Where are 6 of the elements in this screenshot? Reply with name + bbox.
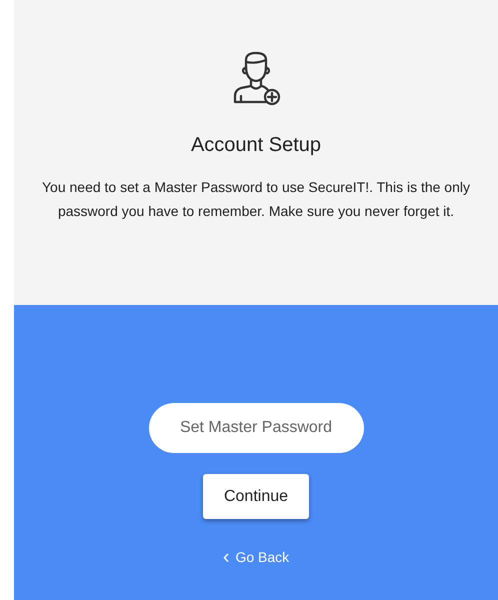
password-field[interactable]: Set Master Password (148, 403, 364, 453)
setup-description: You need to set a Master Password to use SecureIT!. This is the only password you have to remember. Make sure you never forget it. (41, 178, 471, 221)
page-title: Account Setup (190, 134, 322, 157)
chevron-left-icon: ‹ (222, 547, 230, 567)
continue-button[interactable]: Continue (203, 474, 309, 519)
user-add-icon (231, 50, 281, 106)
